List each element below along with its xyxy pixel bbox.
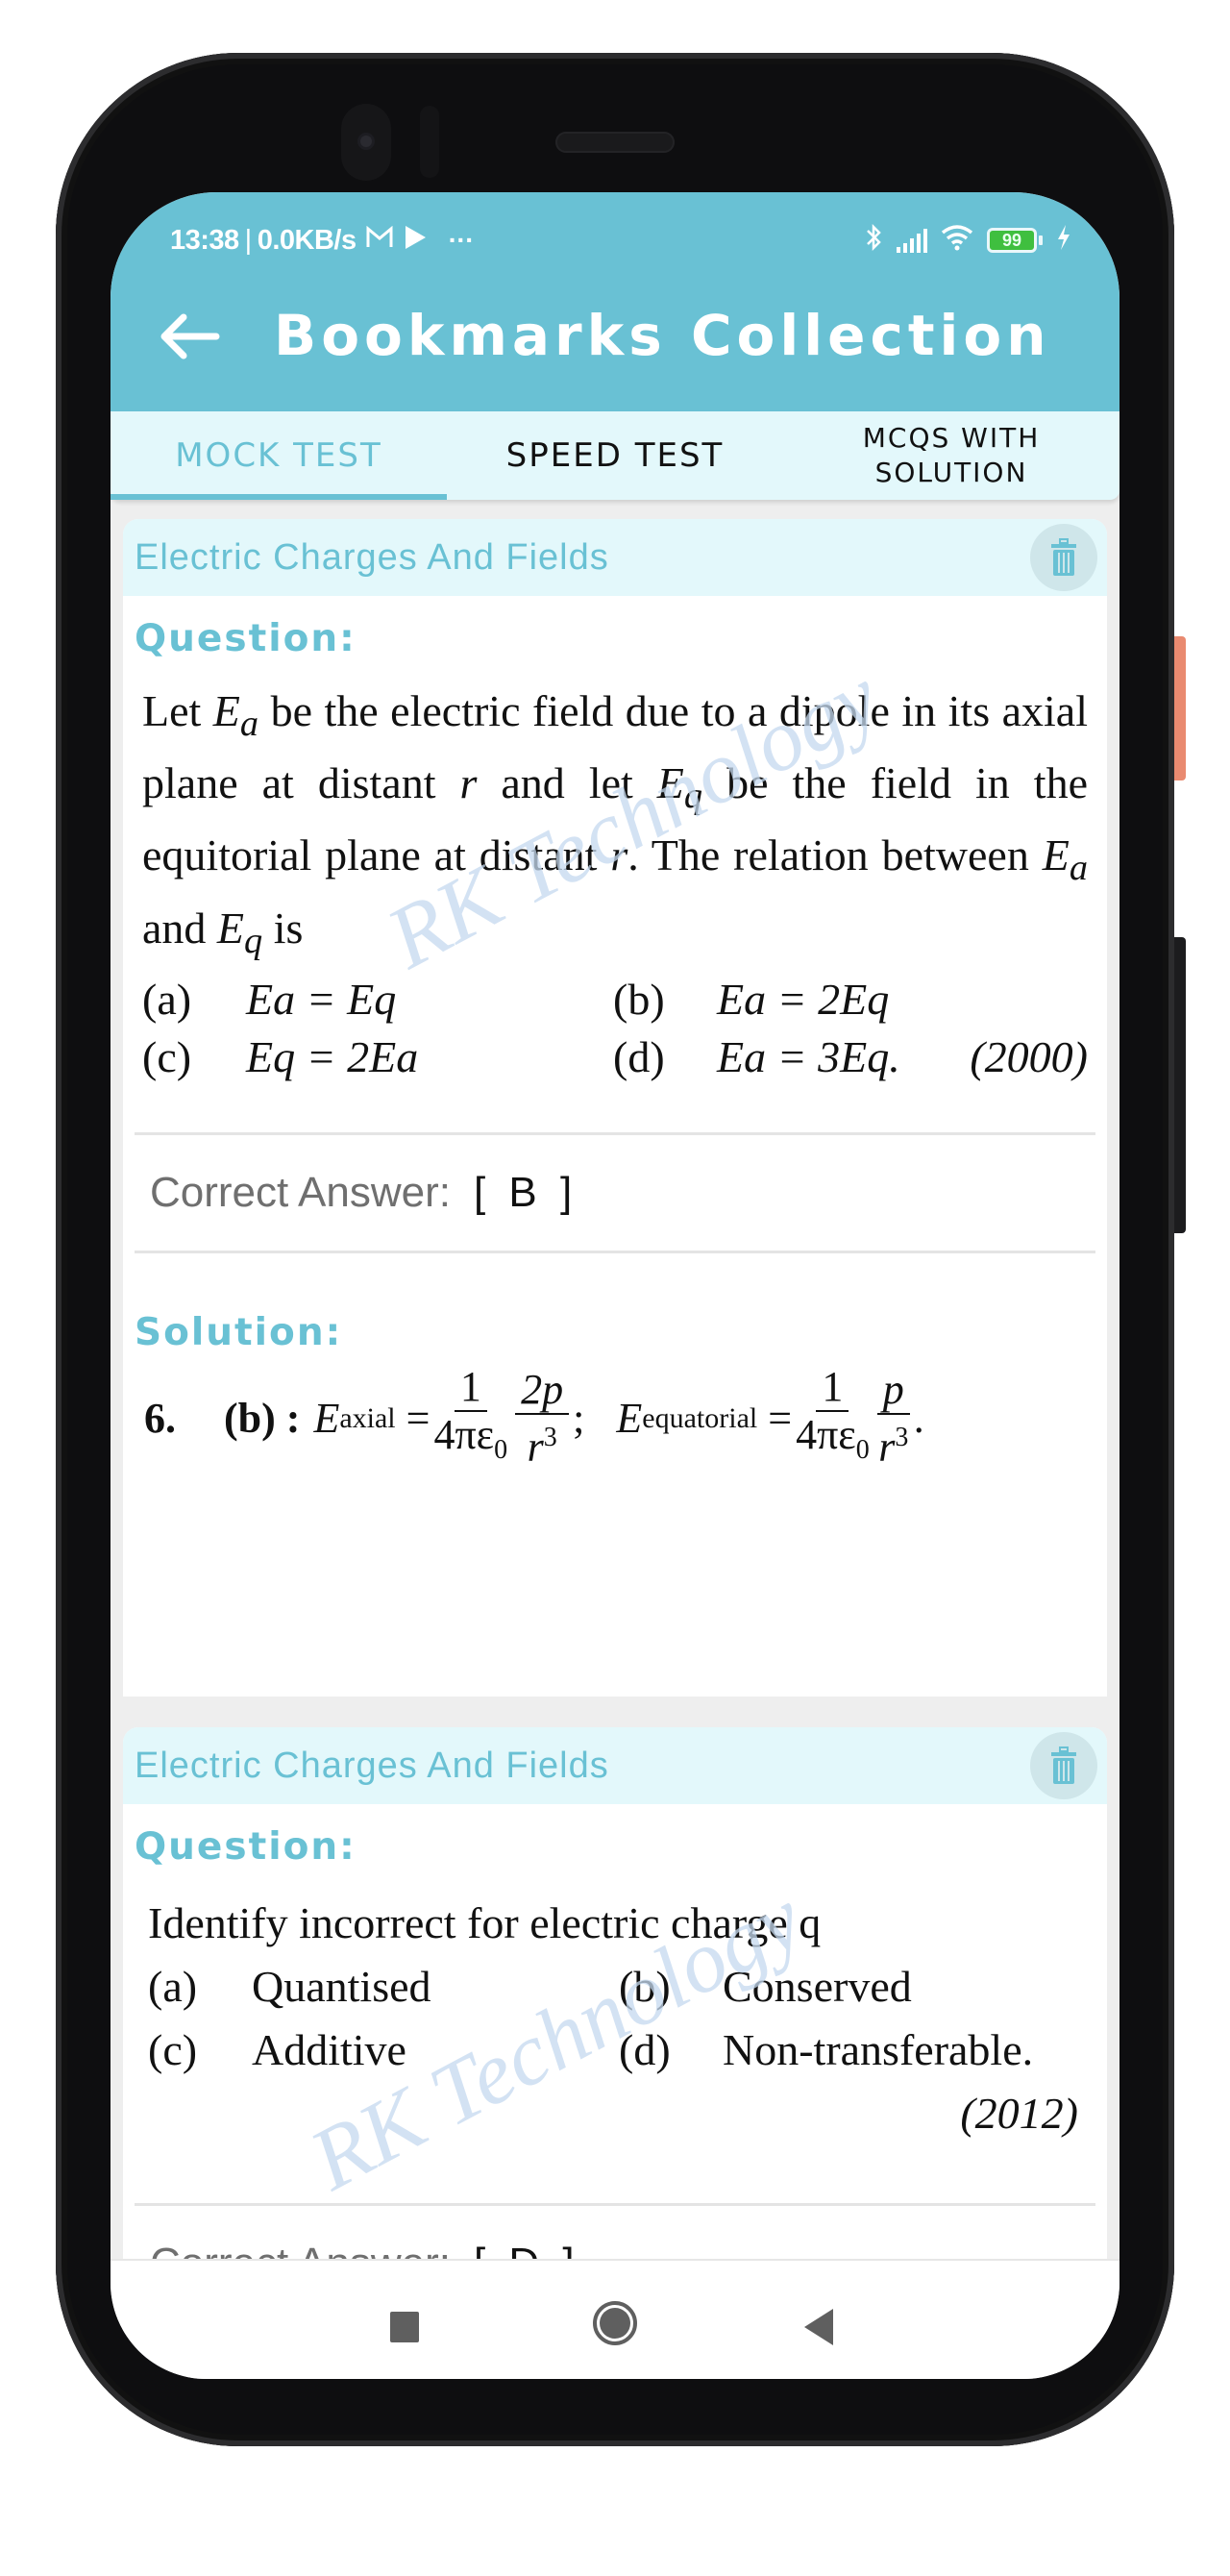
volume-button: [1174, 937, 1186, 1233]
option-c: (c) Eq = 2Ea: [142, 1028, 613, 1086]
tab-mock-test[interactable]: MOCK TEST: [111, 411, 447, 500]
question-body: Identify incorrect for electric charge q: [148, 1898, 822, 1947]
option-b: (b) Ea = 2Eq: [613, 971, 1088, 1028]
correct-answer-row: Correct Answer: [ B ]: [123, 1135, 1107, 1251]
bluetooth-icon: [864, 222, 883, 260]
more-notifications-icon: ···: [448, 225, 475, 255]
options: (a) Ea = Eq (b) Ea = 2Eq (c) Eq = 2Ea (d) Ea…: [142, 971, 1088, 1086]
status-bar-left: 13:38 | 0.0KB/s ···: [170, 221, 475, 260]
tab-mcqs-label: MCQS WITH SOLUTION: [862, 422, 1041, 488]
charging-icon: [1056, 224, 1071, 258]
question-label: Question:: [135, 617, 357, 660]
home-button[interactable]: [593, 2301, 637, 2345]
solution-text: 6. (b) : Eaxial = 1 4πε0 2p r3; Eequatoria…: [144, 1362, 924, 1471]
card-header: Electric Charges And Fields: [123, 1727, 1107, 1804]
gmail-icon: [366, 225, 393, 256]
proximity-sensor: [420, 106, 439, 178]
status-time: 13:38: [170, 224, 239, 256]
option-text: Eq = 2Ea: [246, 1031, 419, 1081]
option-text: Ea = 3Eq.: [717, 1031, 900, 1081]
earpiece-speaker: [555, 132, 675, 153]
question-text: RK Technology Identify incorrect for ele…: [123, 1869, 1107, 2209]
screen: 13:38 | 0.0KB/s ··· 99 Bookmarks Collect…: [111, 192, 1119, 2379]
question-year: (2012): [960, 2089, 1078, 2138]
bookmark-card: Electric Charges And Fields Question: RK…: [123, 1727, 1107, 2266]
option-text: Ea = Eq: [246, 974, 397, 1024]
page-title: Bookmarks Collection: [274, 303, 1051, 368]
status-net-speed: 0.0KB/s: [257, 224, 357, 256]
tab-mcqs-with-solution[interactable]: MCQS WITH SOLUTION: [783, 411, 1119, 500]
option-c: (c) Additive: [148, 2019, 619, 2082]
option-text: Additive: [252, 2025, 406, 2074]
tab-speed-test[interactable]: SPEED TEST: [447, 411, 783, 500]
battery-level: 99: [1001, 230, 1022, 250]
app-bar: 13:38 | 0.0KB/s ··· 99 Bookmarks Collect…: [111, 192, 1119, 411]
tab-bar: MOCK TEST SPEED TEST MCQS WITH SOLUTION: [111, 411, 1119, 500]
correct-answer-label: Correct Answer:: [150, 1168, 451, 1216]
delete-bookmark-button[interactable]: [1030, 524, 1097, 591]
system-nav-bar: [111, 2259, 1119, 2379]
arrow-left-icon: [160, 313, 220, 359]
chapter-name: Electric Charges And Fields: [135, 1745, 609, 1786]
recents-button[interactable]: [390, 2312, 419, 2342]
solution-label: Solution:: [135, 1310, 343, 1354]
chapter-name: Electric Charges And Fields: [135, 536, 609, 578]
options: (a) Quantised (b) Conserved (c) Additive (d…: [148, 1955, 1088, 2082]
option-text: Quantised: [252, 1962, 431, 2011]
back-button[interactable]: [155, 308, 222, 365]
divider: [135, 1250, 1095, 1253]
option-a: (a) Quantised: [148, 1955, 619, 2019]
correct-answer-row: Correct Answer: [ D ]: [123, 2206, 1107, 2266]
option-text: Non-transferable.: [723, 2025, 1034, 2074]
battery-icon: 99: [987, 228, 1043, 253]
status-separator: |: [244, 224, 253, 256]
trash-icon: [1051, 538, 1076, 576]
play-store-icon: [403, 224, 428, 258]
option-d: (d) Ea = 3Eq. (2000): [613, 1028, 1088, 1086]
option-text: Conserved: [723, 1962, 912, 2011]
question-text: RK Technology Let Ea be the electric fie…: [123, 647, 1107, 1086]
front-camera: [341, 104, 391, 181]
option-d: (d) Non-transferable.: [619, 2019, 1088, 2082]
option-b: (b) Conserved: [619, 1955, 1088, 2019]
bookmark-card: Electric Charges And Fields Question: RK…: [123, 519, 1107, 1697]
trash-icon: [1051, 1746, 1076, 1784]
question-label: Question:: [135, 1825, 357, 1869]
delete-bookmark-button[interactable]: [1030, 1732, 1097, 1799]
option-text: Ea = 2Eq: [717, 974, 890, 1024]
option-a: (a) Ea = Eq: [142, 971, 613, 1028]
card-header: Electric Charges And Fields: [123, 519, 1107, 596]
power-button: [1174, 636, 1186, 780]
status-bar-right: 99: [864, 221, 1071, 260]
wifi-icon: [941, 224, 973, 258]
system-back-button[interactable]: [804, 2309, 833, 2345]
cell-signal-icon: [897, 228, 927, 253]
correct-answer-value: [ B ]: [473, 1168, 578, 1216]
question-year: (2000): [970, 1031, 1088, 1081]
